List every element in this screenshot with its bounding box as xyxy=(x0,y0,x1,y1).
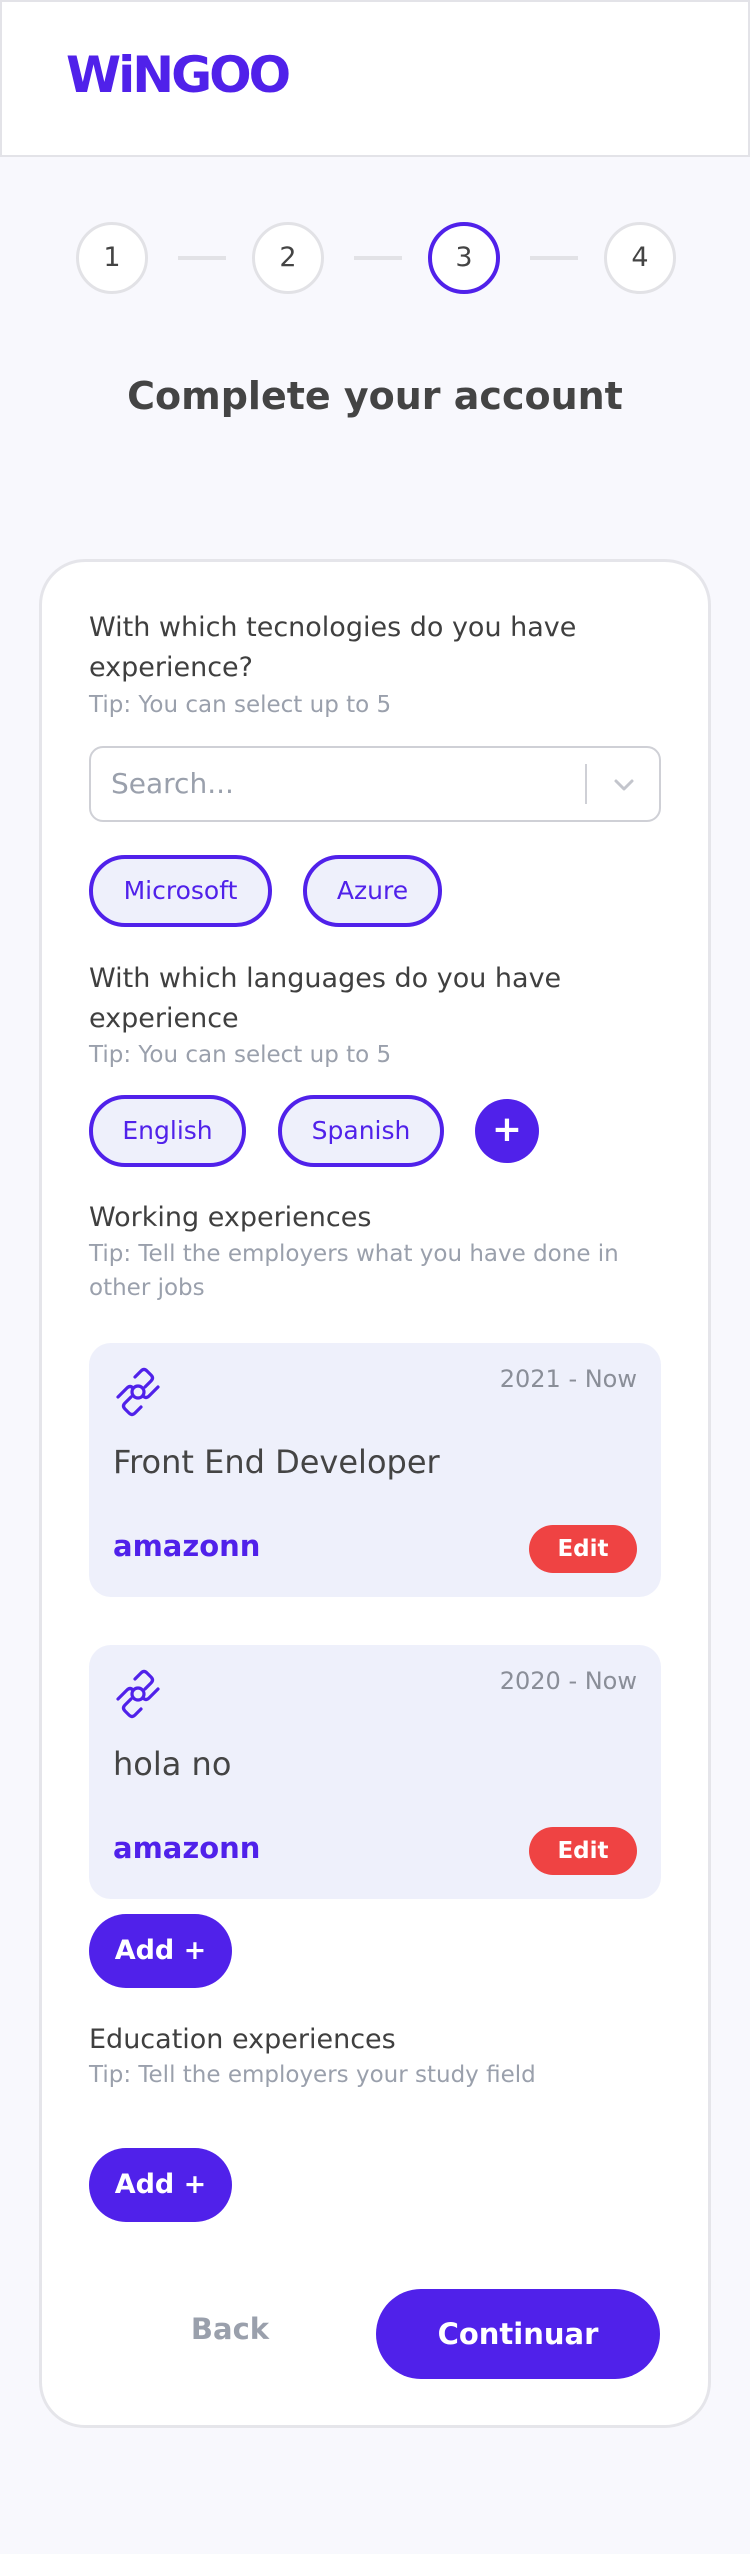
edit-experience-button[interactable]: Edit xyxy=(529,1827,637,1875)
add-education-experience-button[interactable]: Add + xyxy=(89,2148,232,2222)
step-3-current[interactable]: 3 xyxy=(428,222,500,294)
step-1[interactable]: 1 xyxy=(76,222,148,294)
education-experiences-title: Education experiences xyxy=(89,2024,396,2055)
technologies-question: With which tecnologies do you have exper… xyxy=(89,612,577,683)
experience-title: Front End Developer xyxy=(113,1443,440,1481)
wingoo-logo[interactable]: WiNGOO xyxy=(66,40,291,110)
experience-card[interactable]: 2021 - Now Front End Developer amazonn E… xyxy=(89,1343,661,1597)
experience-title: hola no xyxy=(113,1745,232,1783)
experience-company: amazonn xyxy=(113,1831,261,1865)
working-experiences-tip: Tip: Tell the employers what you have do… xyxy=(89,1241,619,1301)
step-connector xyxy=(354,256,402,260)
experience-card[interactable]: 2020 - Now hola no amazonn Edit xyxy=(89,1645,661,1899)
link-icon xyxy=(116,1669,160,1719)
working-experiences-title: Working experiences xyxy=(89,1202,372,1233)
add-language-button[interactable]: + xyxy=(475,1099,539,1163)
technologies-search-select[interactable]: Search... xyxy=(89,746,661,822)
language-chip-spanish[interactable]: Spanish xyxy=(278,1095,444,1167)
step-connector xyxy=(530,256,578,260)
technology-chip-microsoft[interactable]: Microsoft xyxy=(89,855,272,927)
languages-tip: Tip: You can select up to 5 xyxy=(89,1042,392,1068)
stepper: 1 2 3 4 xyxy=(76,222,676,294)
education-experiences-tip: Tip: Tell the employers your study field xyxy=(89,2062,536,2088)
experience-date: 2021 - Now xyxy=(499,1365,637,1393)
step-connector xyxy=(178,256,226,260)
step-2[interactable]: 2 xyxy=(252,222,324,294)
experience-date: 2020 - Now xyxy=(499,1667,637,1695)
continue-button[interactable]: Continuar xyxy=(376,2289,660,2379)
header: WiNGOO xyxy=(0,0,750,157)
technology-chip-azure[interactable]: Azure xyxy=(303,855,442,927)
back-button[interactable]: Back xyxy=(150,2296,310,2362)
link-icon xyxy=(116,1367,160,1417)
step-4[interactable]: 4 xyxy=(604,222,676,294)
page-title: Complete your account xyxy=(127,374,623,418)
select-separator xyxy=(585,764,587,804)
experience-company: amazonn xyxy=(113,1529,261,1563)
chevron-down-icon[interactable] xyxy=(609,770,639,800)
add-working-experience-button[interactable]: Add + xyxy=(89,1914,232,1988)
language-chip-english[interactable]: English xyxy=(89,1095,246,1167)
search-input[interactable]: Search... xyxy=(111,748,234,820)
languages-question: With which languages do you have experie… xyxy=(89,963,562,1034)
technologies-tip: Tip: You can select up to 5 xyxy=(89,692,392,718)
edit-experience-button[interactable]: Edit xyxy=(529,1525,637,1573)
